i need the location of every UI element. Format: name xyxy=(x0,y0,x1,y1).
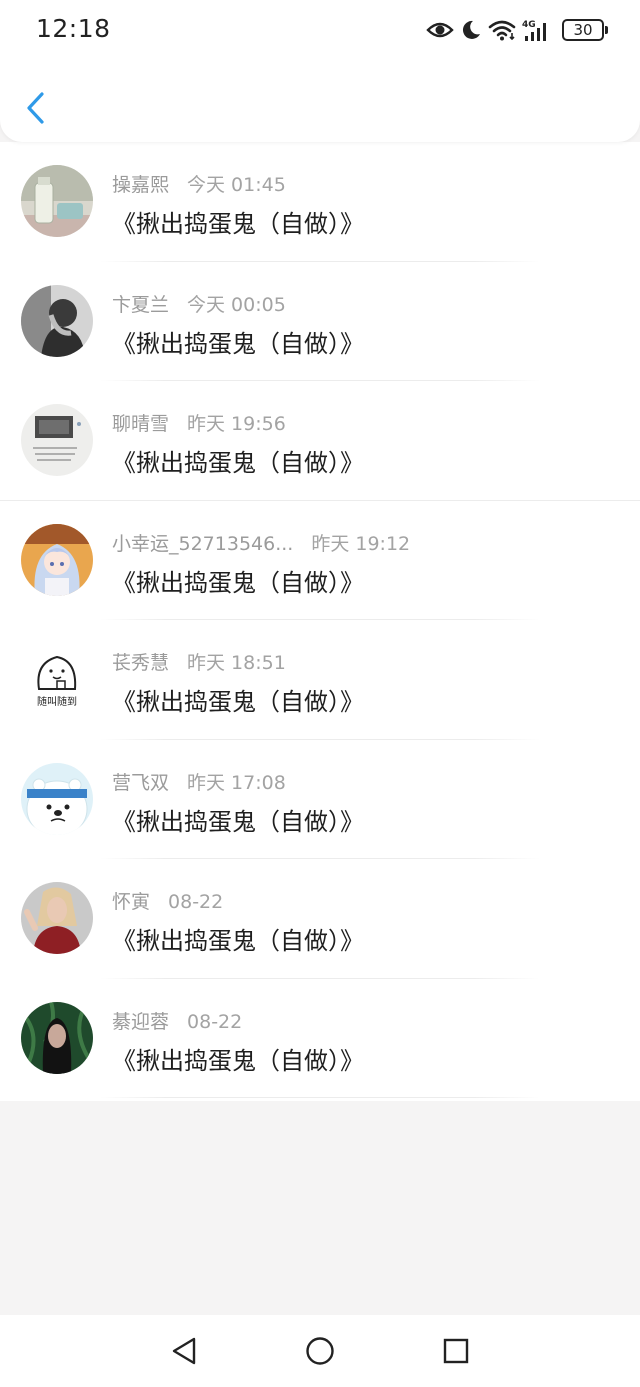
message-meta: 綦迎蓉 08-22 xyxy=(112,1007,242,1034)
status-time: 12:18 xyxy=(36,14,111,43)
message-title[interactable]: 《揪出捣蛋鬼（自做）》 xyxy=(112,563,364,598)
moon-icon xyxy=(462,20,480,39)
system-nav-bar xyxy=(0,1315,640,1387)
back-button[interactable] xyxy=(18,88,54,128)
message-item[interactable]: 小幸运_52713546... 昨天 19:12 《揪出捣蛋鬼（自做）》 xyxy=(0,501,640,620)
message-item[interactable]: 綦迎蓉 08-22 《揪出捣蛋鬼（自做）》 xyxy=(0,979,640,1098)
recents-square-icon xyxy=(443,1338,469,1364)
message-meta: 聊晴雪 昨天 19:56 xyxy=(112,409,286,436)
status-icons: 4G 30 xyxy=(426,16,608,44)
sender-name: 小幸运_52713546... xyxy=(112,532,294,555)
battery-icon: 30 xyxy=(562,19,608,41)
nav-recents-button[interactable] xyxy=(436,1331,476,1371)
message-title[interactable]: 《揪出捣蛋鬼（自做）》 xyxy=(112,682,364,717)
message-item[interactable]: 聊晴雪 昨天 19:56 《揪出捣蛋鬼（自做）》 xyxy=(0,381,640,501)
message-list: 操嘉熙 今天 01:45 《揪出捣蛋鬼（自做）》 卞夏兰 今天 00:05 《揪… xyxy=(0,142,640,1101)
avatar[interactable] xyxy=(21,284,93,357)
chevron-left-icon xyxy=(27,92,44,124)
message-item[interactable]: 随叫随到 苌秀慧 昨天 18:51 《揪出捣蛋鬼（自做）》 xyxy=(0,620,640,740)
message-title[interactable]: 《揪出捣蛋鬼（自做）》 xyxy=(112,1041,364,1076)
nav-back-button[interactable] xyxy=(164,1331,204,1371)
message-meta: 苌秀慧 昨天 18:51 xyxy=(112,648,286,675)
divider xyxy=(100,1097,540,1098)
message-title[interactable]: 《揪出捣蛋鬼（自做）》 xyxy=(112,921,364,956)
message-time: 昨天 17:08 xyxy=(187,771,286,794)
message-time: 08-22 xyxy=(187,1010,243,1033)
message-item[interactable]: 卞夏兰 今天 00:05 《揪出捣蛋鬼（自做）》 xyxy=(0,262,640,381)
sender-name: 苌秀慧 xyxy=(112,652,170,674)
signal-4g-icon: 4G xyxy=(522,20,546,41)
wifi-icon xyxy=(488,20,516,41)
message-time: 昨天 19:56 xyxy=(187,413,286,435)
message-meta: 卞夏兰 今天 00:05 xyxy=(112,290,286,317)
sender-name: 操嘉熙 xyxy=(112,174,170,196)
message-time: 今天 00:05 xyxy=(187,293,286,316)
sender-name: 卞夏兰 xyxy=(112,293,170,316)
message-meta: 怀寅 08-22 xyxy=(112,887,223,914)
message-item[interactable]: 营飞双 昨天 17:08 《揪出捣蛋鬼（自做）》 xyxy=(0,740,640,859)
home-circle-icon xyxy=(306,1337,334,1365)
message-title[interactable]: 《揪出捣蛋鬼（自做）》 xyxy=(112,324,364,359)
avatar-doodle-text: 随叫随到 xyxy=(37,695,77,708)
message-item[interactable]: 操嘉熙 今天 01:45 《揪出捣蛋鬼（自做）》 xyxy=(0,142,640,262)
message-meta: 营飞双 昨天 17:08 xyxy=(112,768,286,795)
message-meta: 小幸运_52713546... 昨天 19:12 xyxy=(112,529,410,556)
avatar[interactable] xyxy=(21,1001,93,1074)
message-title[interactable]: 《揪出捣蛋鬼（自做）》 xyxy=(112,802,364,837)
sender-name: 綦迎蓉 xyxy=(112,1010,170,1033)
avatar[interactable] xyxy=(21,523,93,596)
avatar[interactable] xyxy=(21,762,93,835)
message-time: 昨天 19:12 xyxy=(311,532,411,555)
avatar[interactable] xyxy=(21,404,93,476)
top-bar: 12:18 4G 30 xyxy=(0,0,640,142)
network-label: 4G xyxy=(522,20,536,30)
message-meta: 操嘉熙 今天 01:45 xyxy=(112,170,286,197)
sender-name: 营飞双 xyxy=(112,771,170,794)
avatar[interactable] xyxy=(21,882,93,954)
message-time: 08-22 xyxy=(168,891,224,913)
sender-name: 怀寅 xyxy=(112,891,151,913)
nav-home-button[interactable] xyxy=(300,1331,340,1371)
sender-name: 聊晴雪 xyxy=(112,413,170,435)
message-title[interactable]: 《揪出捣蛋鬼（自做）》 xyxy=(112,443,364,478)
avatar[interactable]: 随叫随到 xyxy=(21,643,93,715)
message-time: 昨天 18:51 xyxy=(187,652,286,674)
message-title[interactable]: 《揪出捣蛋鬼（自做）》 xyxy=(112,204,364,239)
eye-icon xyxy=(426,22,454,38)
back-triangle-icon xyxy=(172,1337,196,1365)
avatar[interactable] xyxy=(21,165,93,237)
message-item[interactable]: 怀寅 08-22 《揪出捣蛋鬼（自做）》 xyxy=(0,859,640,979)
message-time: 今天 01:45 xyxy=(187,174,286,196)
